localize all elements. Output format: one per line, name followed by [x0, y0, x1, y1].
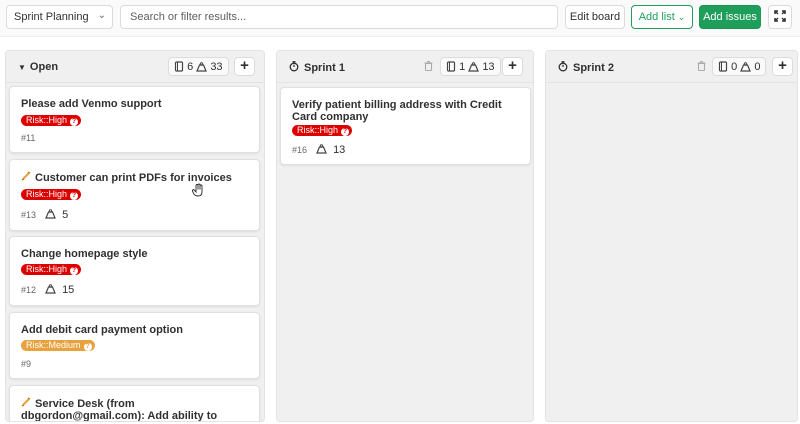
weight-icon [315, 144, 327, 154]
board-list-sprint-2: Sprint 2 0 0 + [545, 50, 798, 422]
board-list-open: ▼ Open 6 33 + Please add Venmo support Ri… [5, 50, 265, 422]
issue-count: 1 [459, 61, 466, 73]
risk-label[interactable]: Risk::High? [21, 115, 82, 126]
issue-weight: 5 [62, 209, 69, 221]
risk-label[interactable]: Risk::High? [21, 264, 82, 275]
issues-icon [446, 61, 456, 72]
issue-card[interactable]: Customer can print PDFs for invoices Ris… [9, 159, 260, 231]
list-title[interactable]: Sprint 2 [558, 61, 614, 74]
issue-weight: 15 [62, 284, 75, 296]
search-input[interactable]: Search or filter results... [120, 5, 558, 29]
list-header: Sprint 1 1 13 + [277, 51, 533, 83]
issue-title[interactable]: Add debit card payment option [21, 324, 251, 336]
issue-weight: 13 [333, 144, 346, 156]
list-title[interactable]: Sprint 1 [289, 61, 345, 74]
weight-icon [44, 284, 56, 294]
fullscreen-button[interactable] [768, 5, 792, 29]
weight-total: 33 [210, 61, 223, 73]
list-counts: 1 13 [440, 57, 501, 76]
issue-title: Service Desk (from dbgordon@gmail.com): … [21, 398, 218, 422]
weight-icon [740, 62, 752, 72]
trash-icon[interactable] [697, 61, 706, 71]
issue-ref: #11 [21, 133, 36, 143]
issue-card[interactable]: Change homepage style Risk::High? #12 15 [9, 236, 260, 306]
issue-meta: #9 [21, 359, 31, 369]
help-icon: ? [83, 343, 92, 351]
issue-title[interactable]: Verify patient billing address with Cred… [292, 99, 522, 123]
risk-label[interactable]: Risk::Medium? [21, 340, 95, 351]
fullscreen-icon [774, 10, 786, 22]
risk-label-text: Risk::High [26, 115, 68, 125]
risk-label[interactable]: Risk::High? [21, 189, 82, 200]
list-title-label: Sprint 1 [304, 62, 345, 74]
caret-down-icon[interactable]: ▼ [18, 63, 26, 72]
issue-meta: #11 [21, 133, 35, 143]
weight-icon [44, 209, 56, 219]
issue-meta: #12 15 [21, 284, 74, 296]
confidential-icon [21, 171, 31, 181]
list-counts: 0 0 [712, 57, 767, 76]
issue-card[interactable]: Service Desk (from dbgordon@gmail.com): … [9, 385, 260, 422]
issue-count: 6 [187, 61, 194, 73]
weight-icon [468, 62, 480, 72]
issue-title[interactable]: Change homepage style [21, 248, 251, 260]
list-header: Sprint 2 0 0 + [546, 51, 797, 83]
help-icon: ? [70, 192, 79, 200]
hand-cursor-icon [192, 183, 203, 197]
issue-title-row[interactable]: Customer can print PDFs for invoices [21, 171, 251, 184]
issue-ref: #16 [292, 145, 308, 155]
weight-total: 0 [754, 61, 761, 73]
board-toolbar: Sprint Planning ⌄ Search or filter resul… [0, 0, 800, 37]
confidential-icon [21, 397, 31, 407]
issue-card[interactable]: Verify patient billing address with Cred… [280, 87, 531, 165]
edit-board-button[interactable]: Edit board [565, 5, 625, 29]
stopwatch-icon [558, 61, 568, 72]
stopwatch-icon [289, 61, 299, 72]
risk-label-text: Risk::High [26, 189, 68, 199]
list-header: ▼ Open 6 33 + [6, 51, 264, 83]
list-title-label: Sprint 2 [573, 62, 614, 74]
add-issue-button[interactable]: + [772, 57, 793, 76]
chevron-down-icon: ⌄ [677, 12, 686, 22]
risk-label-text: Risk::Medium [26, 340, 81, 350]
risk-label[interactable]: Risk::High? [292, 125, 353, 136]
list-title-label: Open [29, 61, 59, 73]
issue-ref: #13 [21, 210, 37, 220]
help-icon: ? [70, 118, 79, 126]
issue-card[interactable]: Add debit card payment option Risk::Medi… [9, 312, 260, 379]
issue-ref: #9 [21, 359, 32, 369]
search-placeholder: Search or filter results... [130, 11, 247, 23]
add-issue-button[interactable]: + [234, 57, 255, 76]
add-list-button[interactable]: Add list ⌄ [631, 5, 693, 29]
trash-icon[interactable] [424, 61, 433, 71]
add-issue-button[interactable]: + [502, 57, 523, 76]
add-list-label: Add list [638, 11, 675, 23]
list-counts: 6 33 [168, 57, 229, 76]
list-title[interactable]: ▼ Open [18, 61, 58, 73]
issues-icon [718, 61, 728, 72]
board-list-sprint-1: Sprint 1 1 13 + Verify patient billing a… [276, 50, 534, 422]
issue-count: 0 [731, 61, 738, 73]
issue-meta: #16 13 [292, 144, 345, 156]
issue-title[interactable]: Please add Venmo support [21, 98, 251, 110]
help-icon: ? [341, 128, 350, 136]
board-selector[interactable]: Sprint Planning ⌄ [6, 5, 113, 29]
chevron-down-icon: ⌄ [97, 10, 106, 21]
risk-label-text: Risk::High [26, 264, 68, 274]
add-issues-button[interactable]: Add issues [699, 5, 761, 29]
help-icon: ? [70, 267, 79, 275]
issue-meta: #13 5 [21, 209, 68, 221]
risk-label-text: Risk::High [297, 125, 339, 135]
board-selector-label: Sprint Planning [14, 11, 89, 23]
issue-card[interactable]: Please add Venmo support Risk::High? #11 [9, 86, 260, 153]
issue-title-row[interactable]: Service Desk (from dbgordon@gmail.com): … [21, 397, 251, 422]
issue-ref: #12 [21, 285, 37, 295]
weight-total: 13 [482, 61, 495, 73]
issues-icon [174, 61, 184, 72]
weight-icon [196, 62, 208, 72]
